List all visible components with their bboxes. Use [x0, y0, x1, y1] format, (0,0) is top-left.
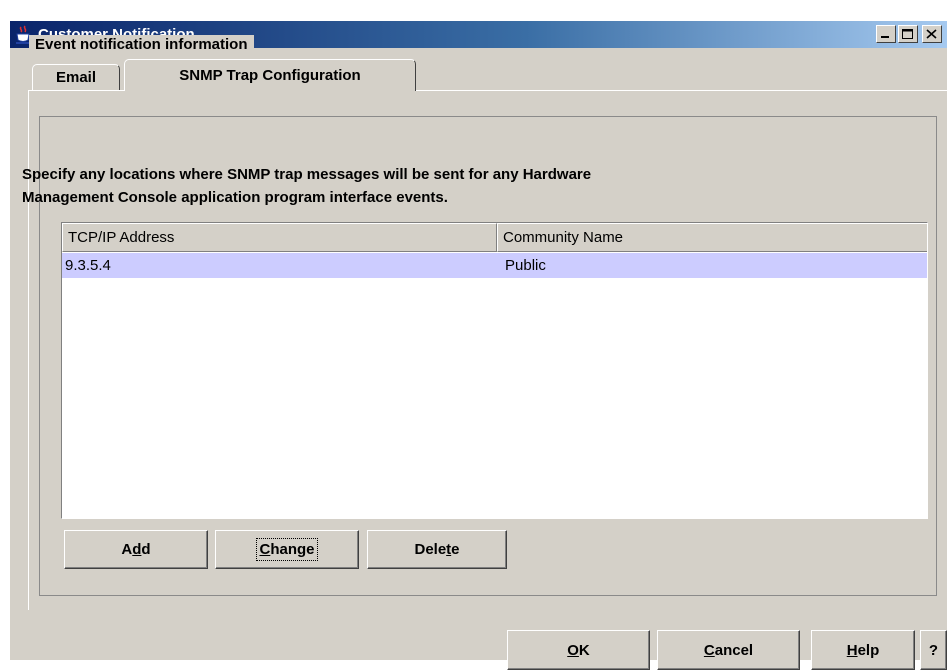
close-icon [926, 29, 937, 39]
add-mnemonic: d [132, 541, 142, 558]
change-button[interactable]: Change [215, 530, 359, 569]
minimize-button[interactable] [876, 25, 896, 43]
cell-tcp-ip-address: 9.3.5.4 [65, 257, 111, 274]
add-label-part: A [121, 541, 133, 558]
delete-label-part: Dele [414, 541, 447, 558]
tab-snmp-label: SNMP Trap Configuration [179, 67, 361, 84]
cancel-mnemonic: C [703, 641, 715, 659]
tab-email[interactable]: Email [32, 64, 120, 90]
description-line-1: Specify any locations where SNMP trap me… [22, 166, 592, 183]
tab-email-label: Email [55, 69, 97, 86]
tab-snmp-trap-configuration[interactable]: SNMP Trap Configuration [124, 59, 416, 91]
context-help-button[interactable]: ? [920, 630, 947, 670]
help-button[interactable]: Help [811, 630, 915, 670]
change-label-part: hange [270, 541, 315, 558]
add-label-part: d [141, 541, 151, 558]
cancel-button[interactable]: Cancel [657, 630, 800, 670]
delete-label-part: e [451, 541, 460, 558]
description-line-2: Management Console application program i… [22, 189, 448, 206]
cell-community-name: Public [505, 257, 546, 274]
close-button[interactable] [922, 25, 942, 43]
ok-button[interactable]: OK [507, 630, 650, 670]
column-header-tcp-ip-address[interactable]: TCP/IP Address [62, 223, 497, 252]
group-legend: Event notification information [29, 35, 254, 55]
cancel-label-part: ancel [714, 641, 754, 659]
snmp-trap-table[interactable]: TCP/IP Address Community Name 9.3.5.4 Pu… [61, 222, 928, 519]
minimize-icon [881, 36, 889, 38]
ok-label-part: K [578, 641, 590, 659]
change-focus-label: Change [256, 538, 318, 561]
column-header-community-name[interactable]: Community Name [497, 223, 927, 252]
help-mnemonic: H [846, 641, 858, 659]
ok-mnemonic: O [567, 641, 579, 659]
maximize-icon [902, 29, 913, 39]
add-button[interactable]: Add [64, 530, 208, 569]
table-row[interactable]: 9.3.5.4 Public [62, 253, 927, 278]
help-label-part: elp [857, 641, 880, 659]
change-mnemonic: C [259, 541, 271, 558]
delete-button[interactable]: Dele t e [367, 530, 507, 569]
customer-notification-window: Customer Notification Email SNMP Trap Co… [9, 20, 947, 670]
question-mark-label: ? [928, 641, 939, 659]
maximize-button[interactable] [898, 25, 918, 43]
